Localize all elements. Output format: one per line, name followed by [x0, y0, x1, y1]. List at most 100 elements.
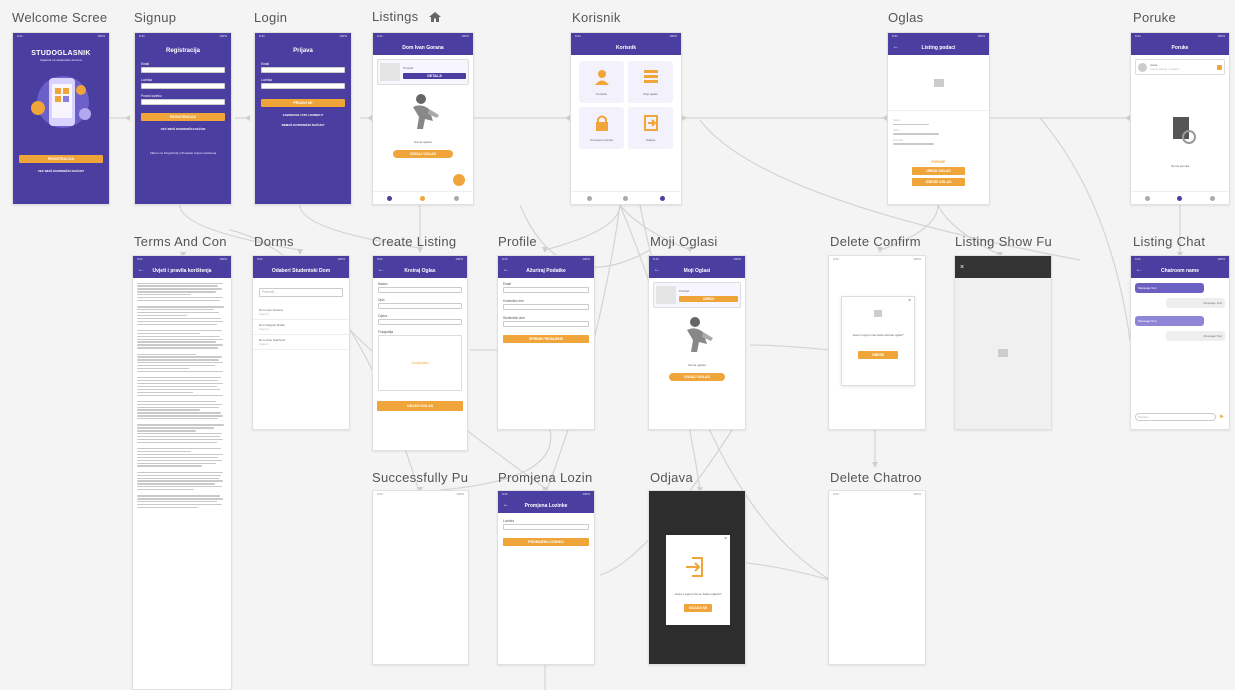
screen-login[interactable]: 9:41 100% Prijava Email Lozinka PRIJAVI S… [254, 32, 352, 205]
chat-message-input[interactable]: Poruka... [1135, 413, 1217, 421]
forgot-password-link[interactable]: ZABORAVILI STE LOZINKU? [261, 113, 345, 117]
statusbar: 9:41 100% [888, 33, 989, 40]
screen-odjava[interactable]: × Jeste li sigurni da se želite odjaviti… [648, 490, 746, 665]
nav-home-icon[interactable] [1144, 195, 1150, 201]
password-field[interactable] [141, 83, 225, 89]
nav-add-icon[interactable] [420, 195, 426, 201]
tile-odjava[interactable]: Odjava [628, 107, 673, 149]
dorm-select[interactable] [503, 321, 589, 327]
price-input[interactable] [378, 319, 462, 325]
screen-listings[interactable]: 9:41 100% Dom Ivan Gorana Pretraži DETALJ… [372, 32, 474, 205]
terms-note[interactable]: Klikom na 'Registriraj' prihvaćate Uvjet… [141, 151, 225, 155]
description-input[interactable] [378, 303, 462, 309]
delete-listing-button[interactable]: IZBRIŠI OGLAS [912, 178, 965, 187]
screen-listing-chat[interactable]: 9:41 100% ← Chatroom name Message Text Mes… [1130, 255, 1230, 430]
screen-korisnik[interactable]: 9:41 100% Korisnik Korisnik Moji oglasi P… [570, 32, 682, 205]
terms-text-line [137, 415, 223, 417]
screen-terms[interactable]: 9:41 100% ← Uvjeti i pravila korištenja [132, 255, 232, 690]
dorm-item[interactable]: Dom Stjepan Radić Zagreb [253, 320, 349, 335]
screen-create-listing[interactable]: 9:41 100% ← Kreiraj Oglas Naslov Opis Cije… [372, 255, 468, 451]
send-icon[interactable]: ► [1219, 414, 1225, 420]
details-button[interactable]: DETALJI [403, 72, 466, 79]
dorm-search-input[interactable]: Pretraži... [259, 288, 343, 297]
nav-home-icon[interactable] [586, 195, 592, 201]
signup-button[interactable]: REGISTRACIJA [141, 113, 225, 121]
screen-listing-show-full[interactable]: × [954, 255, 1052, 430]
change-password-button[interactable]: PROMIJENI LOZINKU [503, 538, 589, 546]
back-arrow-icon[interactable]: ← [503, 502, 509, 508]
email-field[interactable] [141, 67, 225, 73]
nav-user-icon[interactable] [1210, 195, 1216, 201]
add-listing-button[interactable]: DODAJ OGLAS [393, 150, 453, 158]
close-icon[interactable]: × [908, 298, 911, 304]
screen-oglas[interactable]: 9:41 100% ← Listing podaci Naziv Opis Kont… [887, 32, 990, 205]
screen-moji-oglasi[interactable]: 9:41 100% ← Moji Oglasi Pretraži UREDI Nem… [648, 255, 746, 430]
screen-signup[interactable]: 9:41 100% Registracija Email Lozinka Pono… [134, 32, 232, 205]
tile-korisnik[interactable]: Korisnik [579, 61, 624, 103]
korisnik-appbar: Korisnik [571, 40, 681, 55]
text-line [893, 123, 930, 125]
nav-user-icon[interactable] [660, 195, 666, 201]
fab-button[interactable] [453, 174, 465, 186]
chat-preview-row[interactable]: Ivana Imam pitanje o oglasu [1135, 59, 1225, 75]
statusbar: 9:41 100% [373, 33, 473, 40]
screen-welcome[interactable]: 9:41 100% STUDOGLASNIK Oglasnik za studen… [12, 32, 110, 205]
back-arrow-icon[interactable]: ← [503, 267, 509, 273]
password-field[interactable] [261, 83, 345, 89]
tile-promjena-lozinke[interactable]: Promjena lozinke [579, 107, 624, 149]
screen-successfully-published[interactable]: 9:41 100% [372, 490, 469, 665]
close-icon[interactable]: × [724, 536, 727, 542]
login-link[interactable]: VEĆ IMAŠ KORISNIČKI RAČUN [141, 127, 225, 131]
photo-upload-area[interactable]: Dodaj sliku [378, 335, 462, 391]
email-label: Email [141, 62, 149, 66]
screen-delete-confirm[interactable]: 9:41 100% × Jeste li sigurni da želite ob… [828, 255, 926, 430]
create-appbar: ← Kreiraj Oglas [373, 263, 467, 278]
screen-promjena-lozinke[interactable]: 9:41 100% ← Promjena Lozinke Lozinka PROMI… [497, 490, 595, 665]
back-arrow-icon[interactable]: ← [378, 267, 384, 273]
add-listing-button[interactable]: DODAJ OGLAS [669, 373, 725, 381]
screen-poruke[interactable]: 9:41 100% Poruke Ivana Imam pitanje o ogl… [1130, 32, 1230, 205]
nav-user-icon[interactable] [453, 195, 459, 201]
login-button[interactable]: PRIJAVI SE [261, 99, 345, 107]
nav-chat-icon[interactable] [1177, 195, 1183, 201]
register-button[interactable]: REGISTRACIJA [19, 155, 103, 163]
listing-card[interactable]: Pretraži DETALJI [377, 59, 469, 85]
back-arrow-icon[interactable]: ← [138, 267, 144, 273]
title-input[interactable] [378, 287, 462, 293]
terms-text-line [137, 412, 221, 414]
save-button[interactable]: SPREMI PROMJENE [503, 335, 589, 343]
field-label: Naziv [893, 118, 901, 122]
terms-text-line [137, 406, 219, 408]
back-arrow-icon[interactable]: ← [893, 44, 899, 50]
back-arrow-icon[interactable]: ← [654, 267, 660, 273]
tile-moji-oglasi[interactable]: Moji oglasi [628, 61, 673, 103]
repeat-password-field[interactable] [141, 99, 225, 105]
back-arrow-icon[interactable]: ← [1136, 267, 1142, 273]
terms-text-line [137, 433, 222, 435]
field-label: Opis [893, 127, 900, 132]
my-listing-card[interactable]: Pretraži UREDI [653, 282, 741, 308]
image-icon [933, 78, 944, 87]
nav-home-icon[interactable] [387, 195, 393, 201]
no-account-link[interactable]: NEMAŠ KORISNIČKI RAČUN? [261, 123, 345, 127]
email-input[interactable] [503, 287, 589, 293]
screen-dorms[interactable]: 9:41 100% Odaberi Studentski Dom Pretraži… [252, 255, 350, 430]
edit-button[interactable]: UREDI [679, 295, 738, 302]
message-link[interactable]: PORUKE [888, 160, 989, 164]
login-link[interactable]: VEĆ IMAŠ KORISNIČKI RAČUN? [13, 169, 109, 173]
close-icon[interactable]: × [960, 264, 964, 271]
statusbar: 9:41 100% [1131, 256, 1229, 263]
username-input[interactable] [503, 304, 589, 310]
logout-button[interactable]: ODJAVI SE [684, 604, 712, 612]
edit-listing-button[interactable]: UREDI OGLAS [912, 167, 965, 176]
new-password-input[interactable] [503, 524, 589, 530]
publish-button[interactable]: OBJAVI OGLAS [377, 401, 463, 411]
terms-text-line [137, 312, 219, 314]
nav-add-icon[interactable] [623, 195, 629, 201]
dorm-item[interactable]: Dom Ivan Gorana Zagreb [253, 305, 349, 320]
screen-delete-chatroom[interactable]: 9:41 100% [828, 490, 926, 665]
dorm-item[interactable]: Dom Ante Starčević Zagreb [253, 335, 349, 350]
screen-profile[interactable]: 9:41 100% ← Ažuriraj Podatke Email Korisni… [497, 255, 595, 430]
email-field[interactable] [261, 67, 345, 73]
confirm-delete-button[interactable]: OBRIŠI [858, 351, 898, 359]
